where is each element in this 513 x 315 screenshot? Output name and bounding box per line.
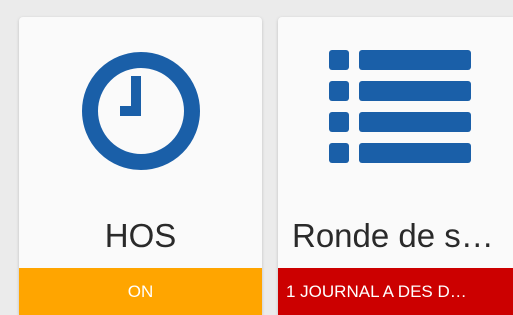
clock-icon xyxy=(82,52,200,170)
status-badge: 1 JOURNAL A DES D… xyxy=(278,268,513,315)
list-icon xyxy=(329,50,471,163)
tile-title: Ronde de s… xyxy=(292,217,494,254)
tile-title: HOS xyxy=(104,217,177,254)
ronde-tile[interactable]: Ronde de s… 1 JOURNAL A DES D… xyxy=(278,17,513,315)
hos-tile[interactable]: HOS ON xyxy=(19,17,262,315)
status-badge: ON xyxy=(19,268,262,315)
